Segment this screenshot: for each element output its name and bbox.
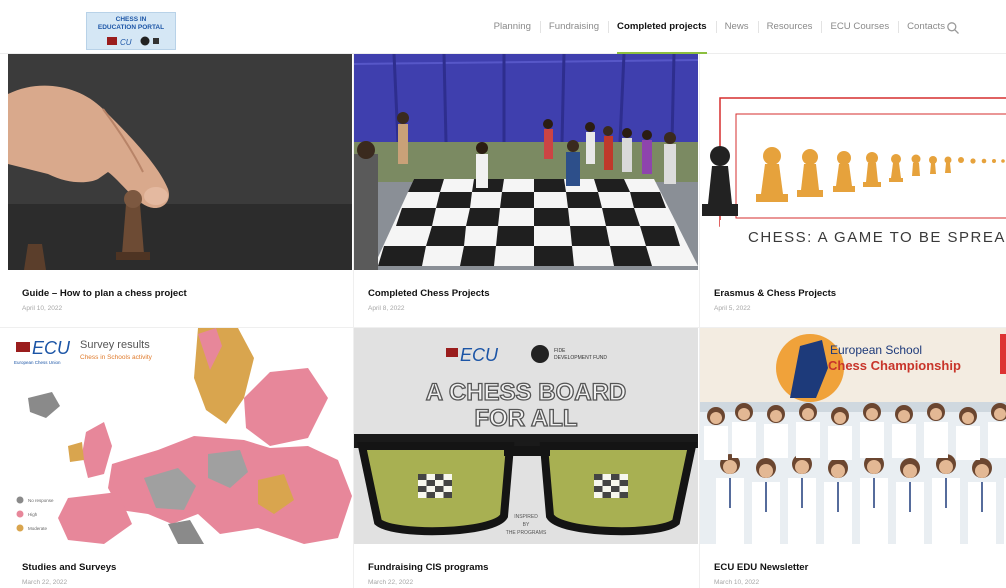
fundraising-brand: ECU	[460, 345, 499, 365]
survey-subtitle: Chess in Schools activity	[80, 354, 153, 361]
championship-line1: European School	[830, 343, 922, 357]
post-thumbnail-survey-map[interactable]: ECU European Chess Union Survey results …	[8, 328, 352, 544]
post-date: March 22, 2022	[368, 579, 414, 586]
grid-divider	[353, 54, 354, 588]
legend-moderate: Moderate	[28, 526, 48, 531]
post-date: April 5, 2022	[714, 305, 751, 312]
post-thumbnail-school-championship[interactable]: European School Chess Championship	[700, 328, 1006, 544]
post-date: March 10, 2022	[714, 579, 760, 586]
svg-text:CU: CU	[120, 38, 132, 47]
post-card[interactable]: ECU FIDE DEVELOPMENT FUND A CHESS BOARD …	[354, 328, 698, 588]
post-title[interactable]: Studies and Surveys	[22, 562, 116, 573]
post-card[interactable]: Guide – How to plan a chess project Apri…	[8, 54, 352, 326]
site-logo[interactable]: CHESS IN EDUCATION PORTAL CU	[86, 12, 176, 50]
post-card[interactable]: CHESS: A GAME TO BE SPREAD IN SCHO Erasm…	[700, 54, 1006, 326]
legend-no-response: No response	[28, 498, 54, 503]
post-title[interactable]: Erasmus & Chess Projects	[714, 288, 836, 299]
logo-emblems: CU	[107, 36, 159, 47]
logo-title: CHESS IN EDUCATION PORTAL	[97, 16, 165, 31]
fund-line1: FIDE	[554, 348, 566, 354]
post-title[interactable]: ECU EDU Newsletter	[714, 562, 808, 573]
grid-divider	[699, 54, 700, 588]
survey-brand: ECU	[32, 338, 71, 358]
fundraising-headline-1: A CHESS BOARD	[426, 379, 626, 406]
post-card[interactable]: Completed Chess Projects April 8, 2022	[354, 54, 698, 326]
main-navigation: Planning Fundraising Completed projects …	[485, 0, 954, 54]
fundraising-headline-2: FOR ALL	[474, 405, 577, 432]
post-title[interactable]: Fundraising CIS programs	[368, 562, 488, 573]
legend-high: High	[28, 512, 38, 517]
post-card[interactable]: ECU European Chess Union Survey results …	[8, 328, 352, 588]
search-icon[interactable]	[946, 21, 960, 35]
nav-news[interactable]: News	[715, 0, 758, 54]
inspired-line1: INSPIRED	[514, 514, 538, 520]
post-thumbnail-row-of-pawns[interactable]: CHESS: A GAME TO BE SPREAD IN SCHO	[700, 54, 1006, 270]
erasmus-caption: CHESS: A GAME TO BE SPREAD IN SCHO	[748, 229, 1006, 246]
fund-line2: DEVELOPMENT FUND	[554, 355, 607, 361]
nav-completed-projects[interactable]: Completed projects	[608, 0, 716, 54]
inspired-line3: THE PROGRAMS	[506, 530, 547, 536]
nav-planning[interactable]: Planning	[485, 0, 540, 54]
nav-fundraising[interactable]: Fundraising	[539, 0, 608, 54]
post-thumbnail-giant-chessboard[interactable]	[354, 54, 698, 270]
post-card[interactable]: European School Chess Championship ECU E…	[700, 328, 1006, 588]
grid-divider	[0, 327, 1006, 328]
nav-ecu-courses[interactable]: ECU Courses	[821, 0, 898, 54]
post-date: March 22, 2022	[22, 579, 68, 586]
survey-title: Survey results	[80, 339, 150, 351]
championship-line2: Chess Championship	[828, 358, 961, 373]
post-title[interactable]: Completed Chess Projects	[368, 288, 490, 299]
nav-resources[interactable]: Resources	[757, 0, 822, 54]
post-title[interactable]: Guide – How to plan a chess project	[22, 288, 187, 299]
post-date: April 10, 2022	[22, 305, 63, 312]
post-date: April 8, 2022	[368, 305, 405, 312]
site-header: CHESS IN EDUCATION PORTAL CU Planning Fu…	[0, 0, 1006, 54]
post-thumbnail-hand-chess[interactable]	[8, 54, 352, 270]
inspired-line2: BY	[523, 522, 530, 528]
post-thumbnail-chess-board-for-all[interactable]: ECU FIDE DEVELOPMENT FUND A CHESS BOARD …	[354, 328, 698, 544]
survey-brand-sub: European Chess Union	[14, 360, 61, 365]
